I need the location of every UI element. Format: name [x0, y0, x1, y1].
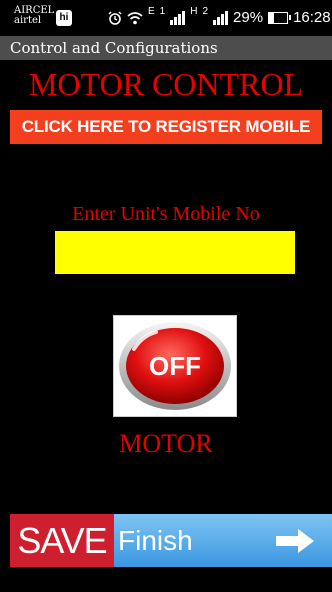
- network-type-2: H: [190, 6, 198, 17]
- carrier-bottom: airtel: [14, 15, 42, 26]
- network-type-1: E: [148, 6, 155, 17]
- signal-icon-2: [213, 11, 229, 25]
- status-bar: AIRCEL airtel hi E 1 H 2 29% 16:28: [0, 0, 332, 36]
- app-title: MOTOR CONTROL: [28, 66, 304, 102]
- signal-icon: [170, 11, 186, 25]
- toggle-state-label: OFF: [149, 351, 201, 381]
- mobile-number-label: Enter Unit's Mobile No: [72, 203, 260, 225]
- sim-slot-1: 1: [159, 6, 166, 17]
- finish-label: Finish: [118, 525, 193, 556]
- hi-app-icon: hi: [56, 10, 72, 26]
- title-bar: Control and Configurations: [0, 36, 332, 60]
- finish-section: Finish: [114, 514, 332, 567]
- motor-label: MOTOR: [119, 429, 213, 458]
- register-mobile-button[interactable]: CLICK HERE TO REGISTER MOBILE: [10, 110, 322, 144]
- arrow-right-icon: [276, 529, 314, 553]
- alarm-icon: [108, 11, 122, 25]
- off-button-icon: OFF: [119, 322, 231, 410]
- mobile-number-input[interactable]: [55, 231, 295, 274]
- battery-percent: 29%: [233, 9, 264, 26]
- save-label: SAVE: [10, 514, 114, 567]
- battery-icon: [268, 12, 292, 24]
- clock: 16:28: [293, 9, 331, 26]
- wifi-icon: [127, 12, 143, 25]
- motor-toggle-button[interactable]: OFF: [113, 315, 237, 417]
- carrier-names: AIRCEL airtel: [14, 6, 54, 26]
- sim-slot-2: 2: [202, 6, 209, 17]
- save-finish-button[interactable]: SAVE Finish: [10, 514, 332, 567]
- status-icons: E 1 H 2 29% 16:28: [108, 6, 331, 28]
